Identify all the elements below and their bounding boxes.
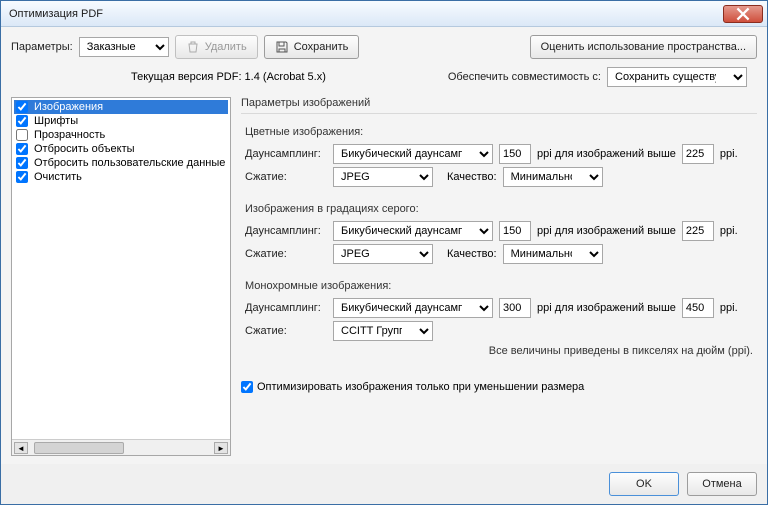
mono-dpi-input[interactable] bbox=[499, 298, 531, 318]
sidebar-item[interactable]: Отбросить объекты bbox=[14, 142, 228, 156]
compat-select[interactable]: Сохранить существующ bbox=[607, 67, 747, 87]
category-list-inner: Изображения Шрифты Прозрачность Отбросить о… bbox=[12, 98, 230, 439]
pdf-version-text: Текущая версия PDF: 1.4 (Acrobat 5.x) bbox=[131, 71, 326, 83]
titlebar: Оптимизация PDF bbox=[1, 1, 767, 27]
dialog-footer: OK Отмена bbox=[1, 464, 767, 504]
optimize-only-smaller-label: Оптимизировать изображения только при ум… bbox=[257, 381, 584, 393]
sidebar-item[interactable]: Прозрачность bbox=[14, 128, 228, 142]
ppi-text: ppi. bbox=[720, 225, 738, 237]
color-heading: Цветные изображения: bbox=[245, 126, 753, 138]
mono-compress-select[interactable]: CCITT Группа 4 bbox=[333, 321, 433, 341]
dialog-window: Оптимизация PDF Параметры: Заказные Удал… bbox=[0, 0, 768, 505]
sidebar-item[interactable]: Изображения bbox=[14, 100, 228, 114]
close-icon bbox=[736, 7, 750, 21]
color-dpi-input[interactable] bbox=[499, 144, 531, 164]
downsample-label: Даунсамплинг: bbox=[245, 148, 327, 160]
sidebar-item-label: Изображения bbox=[34, 101, 103, 113]
sidebar-item-label: Шрифты bbox=[34, 115, 78, 127]
audit-button[interactable]: Оценить использование пространства... bbox=[530, 35, 757, 59]
cancel-button[interactable]: Отмена bbox=[687, 472, 757, 496]
sidebar-item-label: Прозрачность bbox=[34, 129, 105, 141]
gray-compress-select[interactable]: JPEG bbox=[333, 244, 433, 264]
downsample-label: Даунсамплинг: bbox=[245, 302, 327, 314]
sidebar-item-checkbox[interactable] bbox=[16, 129, 28, 141]
ppi-for-above-text: ppi для изображений выше bbox=[537, 302, 676, 314]
quality-label: Качество: bbox=[447, 248, 497, 260]
scroll-thumb[interactable] bbox=[34, 442, 124, 454]
params-select[interactable]: Заказные bbox=[79, 37, 169, 57]
image-settings-group: Цветные изображения: Даунсамплинг: Бикуб… bbox=[241, 113, 757, 369]
quality-label: Качество: bbox=[447, 171, 497, 183]
gray-heading: Изображения в градациях серого: bbox=[245, 203, 753, 215]
mono-heading: Монохромные изображения: bbox=[245, 280, 753, 292]
sidebar-item-checkbox[interactable] bbox=[16, 101, 28, 113]
sidebar-item-checkbox[interactable] bbox=[16, 143, 28, 155]
optimize-only-smaller-row[interactable]: Оптимизировать изображения только при ум… bbox=[241, 381, 757, 393]
gray-quality-select[interactable]: Минимальное bbox=[503, 244, 603, 264]
compat-label: Обеспечить совместимость с: bbox=[448, 71, 601, 83]
color-quality-select[interactable]: Минимальное bbox=[503, 167, 603, 187]
mono-downsample-select[interactable]: Бикубический даунсамплинг bbox=[333, 298, 493, 318]
hscrollbar[interactable]: ◄ ► bbox=[12, 439, 230, 455]
ppi-text: ppi. bbox=[720, 302, 738, 314]
save-button[interactable]: Сохранить bbox=[264, 35, 360, 59]
scroll-right-arrow[interactable]: ► bbox=[214, 442, 228, 454]
optimize-only-smaller-checkbox[interactable] bbox=[241, 381, 253, 393]
sidebar-item-checkbox[interactable] bbox=[16, 115, 28, 127]
sidebar-item-label: Отбросить пользовательские данные bbox=[34, 157, 225, 169]
downsample-label: Даунсамплинг: bbox=[245, 225, 327, 237]
ok-button[interactable]: OK bbox=[609, 472, 679, 496]
trash-icon bbox=[186, 40, 200, 54]
ppi-footnote: Все величины приведены в пикселях на дюй… bbox=[245, 345, 753, 357]
compress-label: Сжатие: bbox=[245, 325, 327, 337]
ppi-for-above-text: ppi для изображений выше bbox=[537, 225, 676, 237]
color-compress-select[interactable]: JPEG bbox=[333, 167, 433, 187]
ppi-text: ppi. bbox=[720, 148, 738, 160]
panel-title: Параметры изображений bbox=[241, 97, 757, 109]
close-button[interactable] bbox=[723, 5, 763, 23]
sidebar-item-checkbox[interactable] bbox=[16, 171, 28, 183]
params-label: Параметры: bbox=[11, 41, 73, 53]
color-above-input[interactable] bbox=[682, 144, 714, 164]
gray-downsample-select[interactable]: Бикубический даунсамплинг bbox=[333, 221, 493, 241]
toolbar: Параметры: Заказные Удалить Сохранить Оц… bbox=[11, 35, 757, 59]
category-list: Изображения Шрифты Прозрачность Отбросить о… bbox=[11, 97, 231, 456]
sidebar-item-label: Отбросить объекты bbox=[34, 143, 135, 155]
compress-label: Сжатие: bbox=[245, 171, 327, 183]
compress-label: Сжатие: bbox=[245, 248, 327, 260]
settings-panel: Параметры изображений Цветные изображени… bbox=[241, 97, 757, 456]
sidebar-item-checkbox[interactable] bbox=[16, 157, 28, 169]
sidebar-item[interactable]: Отбросить пользовательские данные bbox=[14, 156, 228, 170]
sidebar-item-label: Очистить bbox=[34, 171, 82, 183]
gray-above-input[interactable] bbox=[682, 221, 714, 241]
subheader: Текущая версия PDF: 1.4 (Acrobat 5.x) Об… bbox=[11, 65, 757, 91]
ppi-for-above-text: ppi для изображений выше bbox=[537, 148, 676, 160]
sidebar-item[interactable]: Шрифты bbox=[14, 114, 228, 128]
scroll-left-arrow[interactable]: ◄ bbox=[14, 442, 28, 454]
color-downsample-select[interactable]: Бикубический даунсамплинг bbox=[333, 144, 493, 164]
dialog-body: Параметры: Заказные Удалить Сохранить Оц… bbox=[1, 27, 767, 464]
mono-above-input[interactable] bbox=[682, 298, 714, 318]
save-icon bbox=[275, 40, 289, 54]
gray-dpi-input[interactable] bbox=[499, 221, 531, 241]
window-title: Оптимизация PDF bbox=[9, 8, 103, 20]
main-area: Изображения Шрифты Прозрачность Отбросить о… bbox=[11, 97, 757, 456]
sidebar-item[interactable]: Очистить bbox=[14, 170, 228, 184]
delete-button[interactable]: Удалить bbox=[175, 35, 258, 59]
